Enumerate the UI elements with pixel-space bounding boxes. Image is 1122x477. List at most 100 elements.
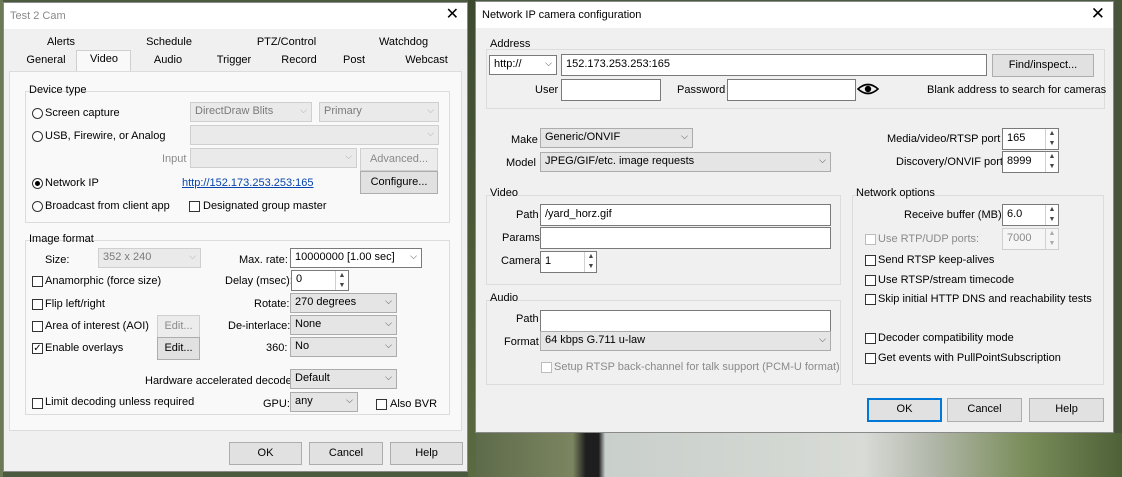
timecode-label[interactable]: Use RTSP/stream timecode [878,274,1014,286]
cancel-button[interactable]: Cancel [309,442,383,465]
hw-decode-select[interactable]: Default ⌵ [290,369,397,389]
usb-label[interactable]: USB, Firewire, or Analog [45,130,165,142]
keepalives-checkbox[interactable] [865,255,876,266]
password-input[interactable] [727,79,856,101]
close-icon[interactable]: ✕ [1091,5,1105,23]
broadcast-label[interactable]: Broadcast from client app [45,200,170,212]
scheme-select[interactable]: http:// ⌵ [489,55,557,75]
overlays-edit-button[interactable]: Edit... [157,337,200,360]
size-select[interactable]: 352 x 240 ⌵ [98,248,201,268]
rotate-select[interactable]: 270 degrees ⌵ [290,293,397,313]
decoder-compat-label[interactable]: Decoder compatibility mode [878,332,1014,344]
host-input[interactable]: 152.173.253.253:165 [561,54,987,76]
spin-down-icon[interactable]: ▼ [1046,139,1058,149]
primary-select[interactable]: Primary ⌵ [319,102,439,122]
skip-dns-checkbox[interactable] [865,294,876,305]
tab-ptz-control[interactable]: PTZ/Control [249,36,324,48]
limit-decoding-checkbox[interactable] [32,398,43,409]
max-rate-select[interactable]: 10000000 [1.00 sec] ⌵ [290,248,422,268]
tab-watchdog[interactable]: Watchdog [366,36,441,48]
aoi-checkbox[interactable] [32,321,43,332]
help-button[interactable]: Help [1029,398,1104,422]
delay-spinner[interactable]: ▲ ▼ [335,271,348,290]
deinterlace-select[interactable]: None ⌵ [290,315,397,335]
spin-down-icon[interactable]: ▼ [336,281,348,291]
make-select[interactable]: Generic/ONVIF ⌵ [540,128,693,148]
receive-buffer-spinner[interactable]: ▲ ▼ [1045,205,1058,225]
close-icon[interactable]: ✕ [446,6,459,24]
skip-dns-label[interactable]: Skip initial HTTP DNS and reachability t… [878,293,1092,305]
rtp-port-spinner[interactable]: ▲ ▼ [1045,229,1058,249]
tab-alerts[interactable]: Alerts [26,36,96,48]
tab-schedule[interactable]: Schedule [134,36,204,48]
audio-format-select[interactable]: 64 kbps G.711 u-law ⌵ [540,331,831,351]
input-select[interactable]: ⌵ [190,148,357,168]
ok-button[interactable]: OK [867,398,942,422]
gpu-select[interactable]: any ⌵ [290,392,358,412]
r360-select[interactable]: No ⌵ [290,337,397,357]
spin-down-icon[interactable]: ▼ [1046,239,1058,249]
pullpoint-label[interactable]: Get events with PullPointSubscription [878,352,1061,364]
tab-general[interactable]: General [22,54,70,66]
timecode-checkbox[interactable] [865,275,876,286]
designated-master-label[interactable]: Designated group master [203,200,327,212]
backchannel-label[interactable]: Setup RTSP back-channel for talk support… [554,361,840,373]
camera-spinner[interactable]: ▲ ▼ [584,252,597,272]
screen-capture-radio[interactable] [32,108,43,119]
find-inspect-button[interactable]: Find/inspect... [992,54,1094,77]
anamorphic-label[interactable]: Anamorphic (force size) [45,275,161,287]
network-ip-label[interactable]: Network IP [45,177,99,189]
network-ip-link[interactable]: http://152.173.253.253:165 [182,177,314,189]
audio-path-input[interactable] [540,310,831,332]
video-path-input[interactable]: /yard_horz.gif [540,204,831,226]
tab-record[interactable]: Record [274,54,324,66]
pullpoint-checkbox[interactable] [865,353,876,364]
usb-device-select[interactable]: ⌵ [190,125,439,145]
anamorphic-checkbox[interactable] [32,276,43,287]
spin-up-icon[interactable]: ▲ [336,271,348,281]
overlays-label[interactable]: Enable overlays [45,342,123,354]
spin-up-icon[interactable]: ▲ [1046,229,1058,239]
aoi-label[interactable]: Area of interest (AOI) [45,320,149,332]
configure-button[interactable]: Configure... [360,171,438,194]
cancel-button[interactable]: Cancel [947,398,1022,422]
params-input[interactable] [540,227,831,249]
help-button[interactable]: Help [390,442,463,465]
spin-down-icon[interactable]: ▼ [585,262,597,272]
keepalives-label[interactable]: Send RTSP keep-alives [878,254,994,266]
tab-webcast[interactable]: Webcast [399,54,454,66]
rtp-udp-checkbox[interactable] [865,234,876,245]
designated-master-checkbox[interactable] [189,201,200,212]
limit-decoding-label[interactable]: Limit decoding unless required [45,396,194,408]
decoder-compat-checkbox[interactable] [865,333,876,344]
spin-up-icon[interactable]: ▲ [585,252,597,262]
tab-trigger[interactable]: Trigger [209,54,259,66]
network-ip-radio[interactable] [32,178,43,189]
discovery-port-spinner[interactable]: ▲ ▼ [1045,152,1058,172]
also-bvr-checkbox[interactable] [376,399,387,410]
overlays-checkbox[interactable]: ✓ [32,343,43,354]
usb-radio[interactable] [32,131,43,142]
model-select[interactable]: JPEG/GIF/etc. image requests ⌵ [540,152,831,172]
spin-up-icon[interactable]: ▲ [1046,152,1058,162]
broadcast-radio[interactable] [32,201,43,212]
aoi-edit-button[interactable]: Edit... [157,315,200,338]
flip-checkbox[interactable] [32,299,43,310]
flip-label[interactable]: Flip left/right [45,298,105,310]
user-input[interactable] [561,79,661,101]
spin-down-icon[interactable]: ▼ [1046,215,1058,225]
spin-up-icon[interactable]: ▲ [1046,205,1058,215]
screen-capture-label[interactable]: Screen capture [45,107,120,119]
also-bvr-label[interactable]: Also BVR [390,398,437,410]
tab-post[interactable]: Post [334,54,374,66]
tab-video[interactable]: Video [80,53,128,65]
eye-icon[interactable] [856,81,880,100]
tab-audio[interactable]: Audio [144,54,192,66]
backchannel-checkbox[interactable] [541,362,552,373]
rtp-udp-label[interactable]: Use RTP/UDP ports: [878,233,979,245]
spin-down-icon[interactable]: ▼ [1046,162,1058,172]
spin-up-icon[interactable]: ▲ [1046,129,1058,139]
directdraw-select[interactable]: DirectDraw Blits ⌵ [190,102,312,122]
media-port-spinner[interactable]: ▲ ▼ [1045,129,1058,149]
ok-button[interactable]: OK [229,442,302,465]
